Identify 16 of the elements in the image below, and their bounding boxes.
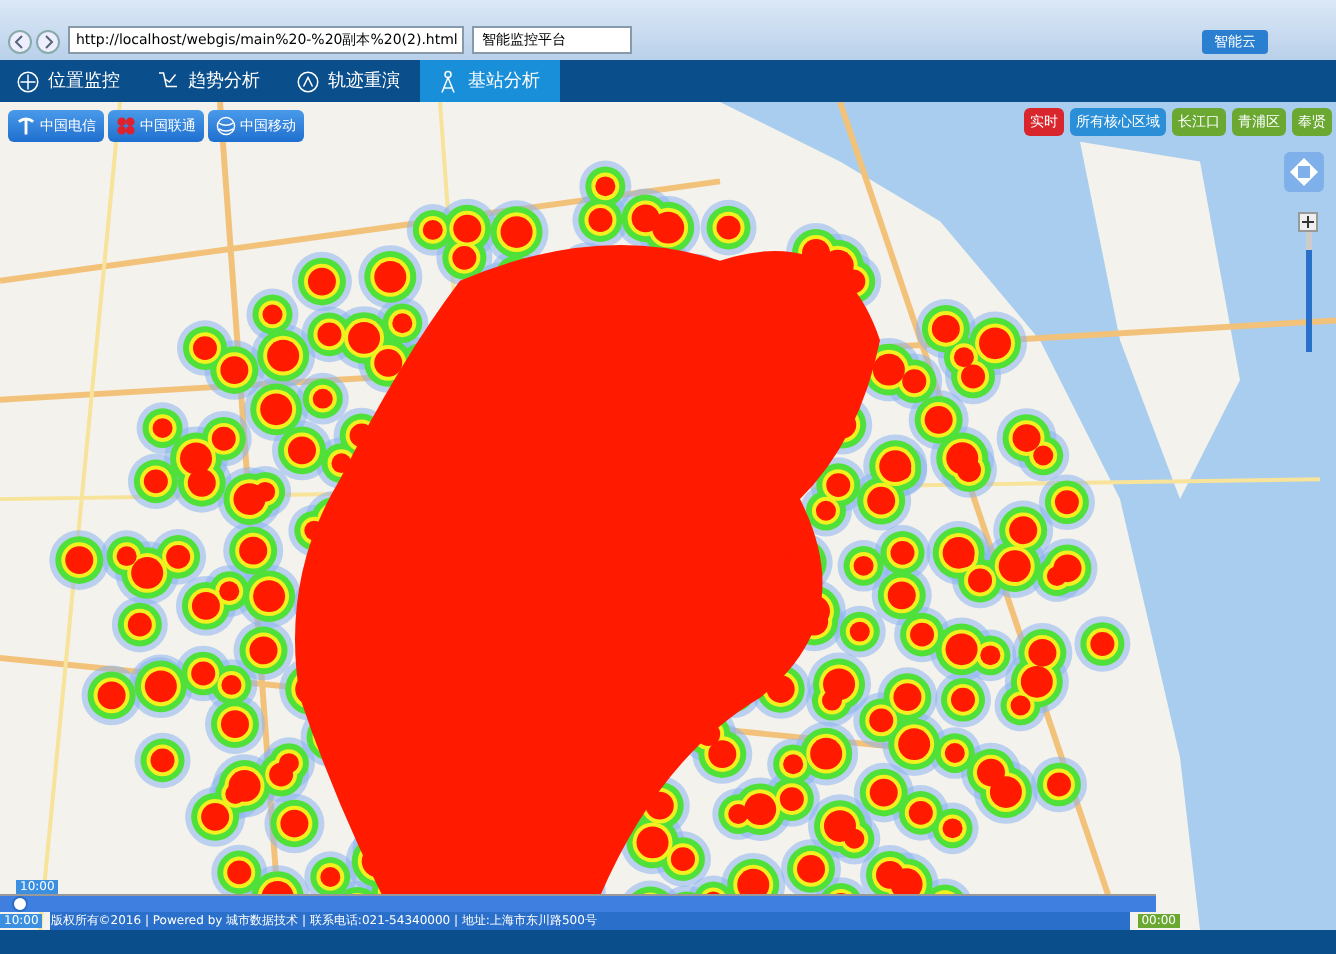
back-icon[interactable] bbox=[8, 30, 32, 54]
globe-icon bbox=[216, 116, 236, 136]
knot-icon bbox=[116, 116, 136, 136]
timeline-track[interactable] bbox=[0, 894, 1156, 912]
zoom-in-icon[interactable] bbox=[1298, 212, 1318, 232]
nav-tab[interactable]: 轨迹重演 bbox=[280, 60, 420, 102]
forward-icon[interactable] bbox=[36, 30, 60, 54]
nav-tab[interactable]: 位置监控 bbox=[0, 60, 140, 102]
route-icon bbox=[296, 69, 320, 93]
swirl-icon bbox=[16, 116, 36, 136]
timeline-handle[interactable] bbox=[11, 896, 28, 912]
antenna-icon bbox=[436, 69, 460, 93]
target-icon bbox=[16, 69, 40, 93]
chart-icon bbox=[156, 69, 180, 93]
nav-tab[interactable]: 趋势分析 bbox=[140, 60, 280, 102]
nav-tab[interactable]: 基站分析 bbox=[420, 60, 560, 102]
